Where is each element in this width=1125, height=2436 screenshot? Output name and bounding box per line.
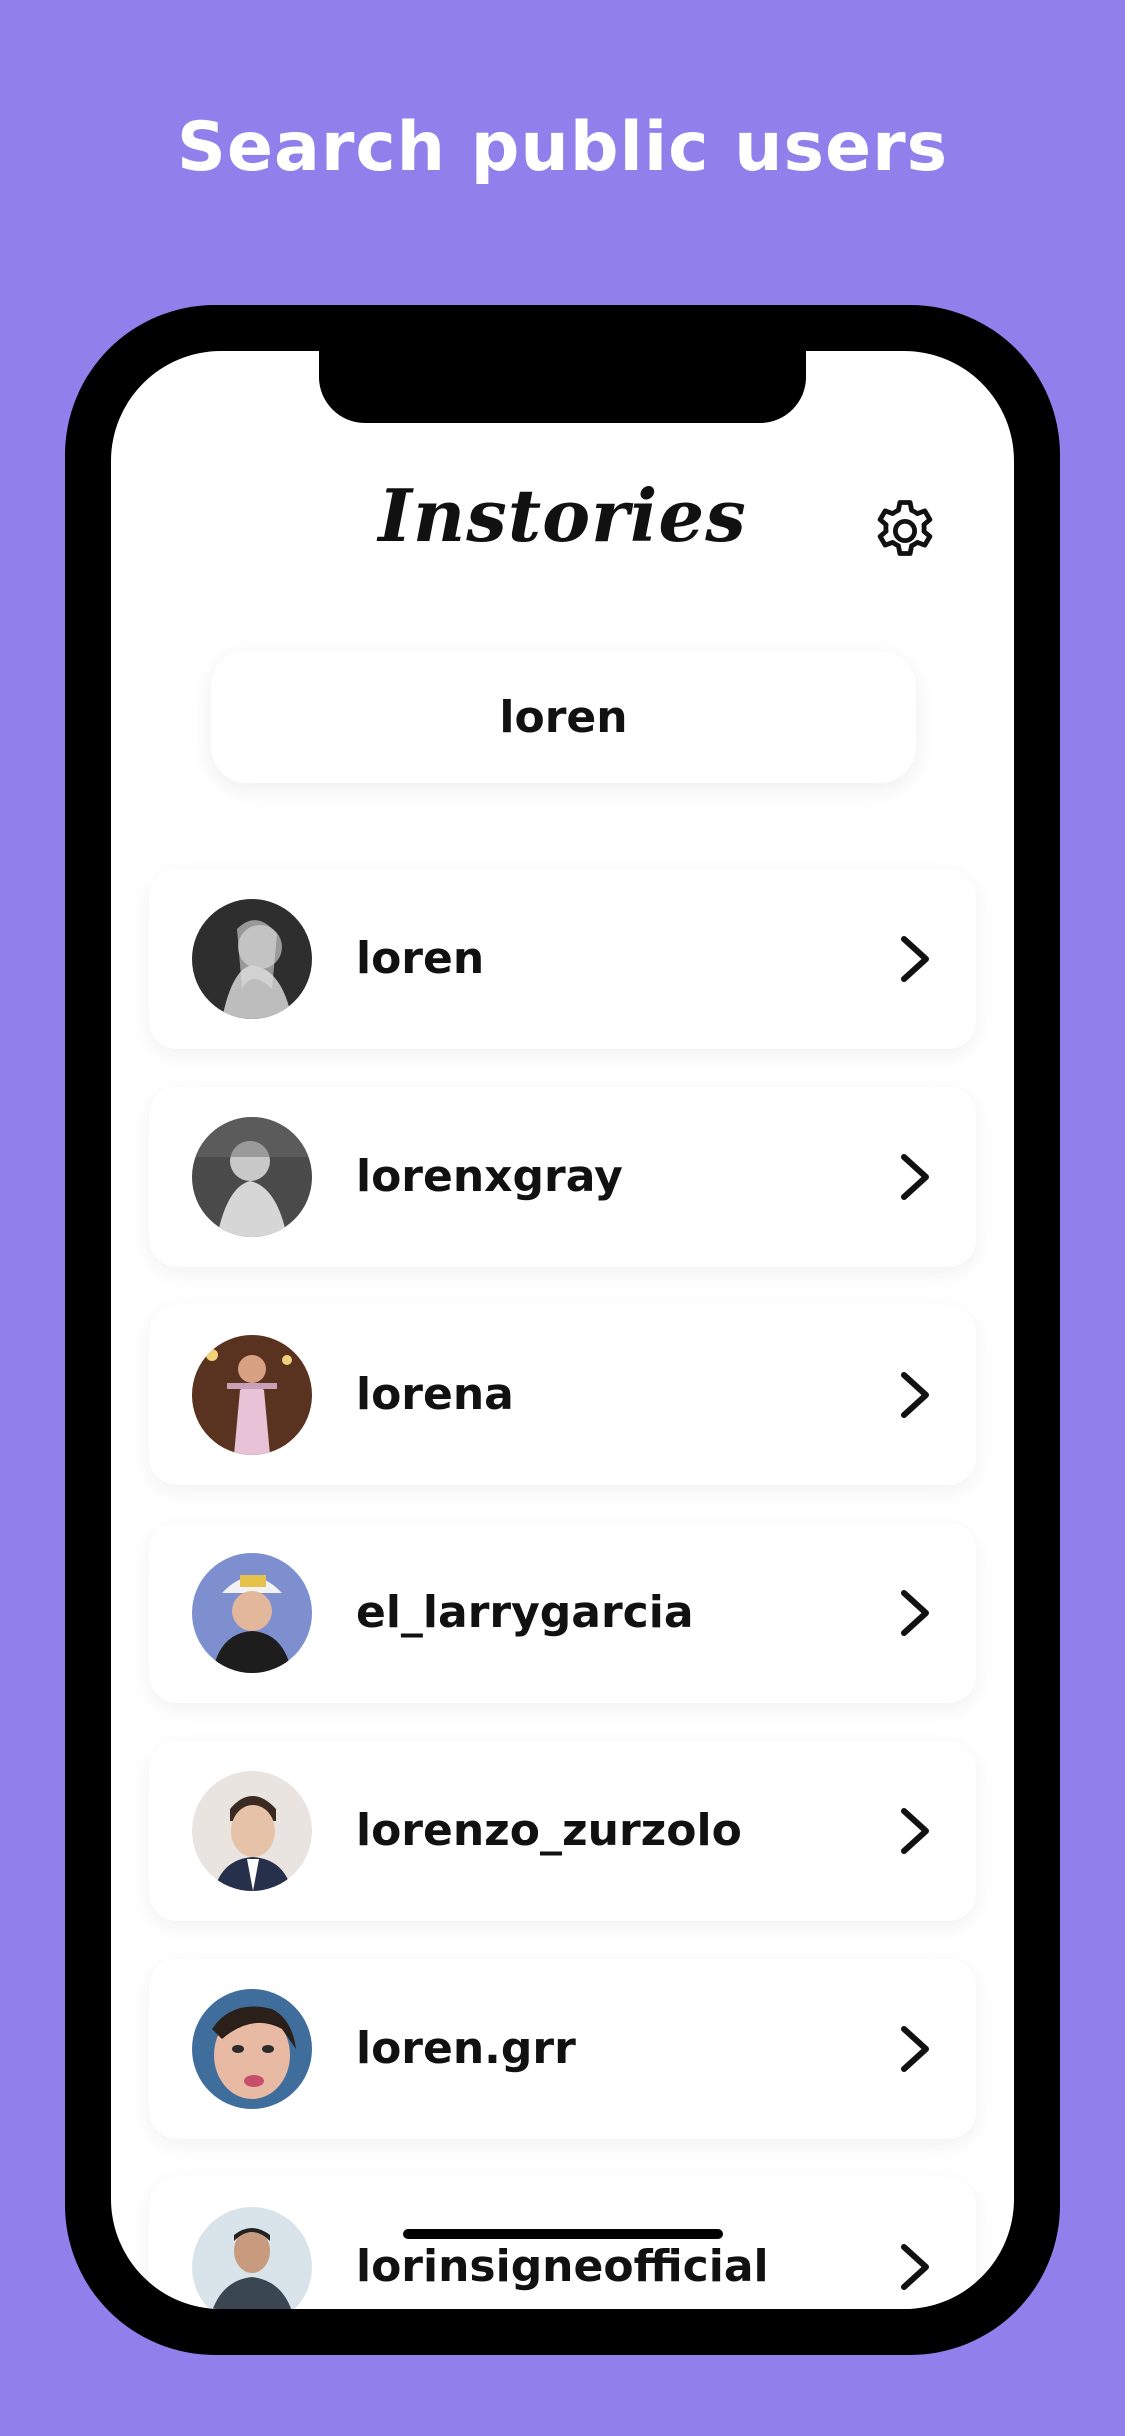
chevron-right-icon xyxy=(901,1590,929,1636)
phone-frame: Instories loren loren lorenxgray lorena … xyxy=(65,305,1060,2355)
user-row-0[interactable]: loren xyxy=(149,869,976,1049)
username: loren.grr xyxy=(356,2023,576,2074)
avatar xyxy=(192,1553,312,1673)
username: lorenxgray xyxy=(356,1151,623,1202)
avatar xyxy=(192,1335,312,1455)
chevron-right-icon xyxy=(901,1154,929,1200)
avatar xyxy=(192,1771,312,1891)
results-list: loren lorenxgray lorena el_larrygarcia l… xyxy=(149,869,976,2309)
notch xyxy=(319,351,806,423)
app-screen: Instories loren loren lorenxgray lorena … xyxy=(111,351,1014,2309)
home-indicator[interactable] xyxy=(403,2229,723,2239)
gear-icon[interactable] xyxy=(869,495,941,567)
search-input[interactable] xyxy=(211,690,916,744)
username: lorinsigneofficial xyxy=(356,2241,769,2292)
avatar xyxy=(192,899,312,1019)
avatar xyxy=(192,1989,312,2109)
chevron-right-icon xyxy=(901,1372,929,1418)
user-row-5[interactable]: loren.grr xyxy=(149,1959,976,2139)
user-row-4[interactable]: lorenzo_zurzolo xyxy=(149,1741,976,1921)
username: lorena xyxy=(356,1369,514,1420)
avatar xyxy=(192,1117,312,1237)
username: loren xyxy=(356,933,485,984)
chevron-right-icon xyxy=(901,1808,929,1854)
headline: Search public users xyxy=(176,108,949,187)
user-row-6[interactable]: lorinsigneofficial xyxy=(149,2177,976,2309)
chevron-right-icon xyxy=(901,2026,929,2072)
chevron-right-icon xyxy=(901,936,929,982)
user-row-3[interactable]: el_larrygarcia xyxy=(149,1523,976,1703)
username: el_larrygarcia xyxy=(356,1587,694,1638)
user-row-2[interactable]: lorena xyxy=(149,1305,976,1485)
chevron-right-icon xyxy=(901,2244,929,2290)
avatar xyxy=(192,2207,312,2309)
search-field[interactable] xyxy=(211,651,916,783)
user-row-1[interactable]: lorenxgray xyxy=(149,1087,976,1267)
username: lorenzo_zurzolo xyxy=(356,1805,742,1856)
